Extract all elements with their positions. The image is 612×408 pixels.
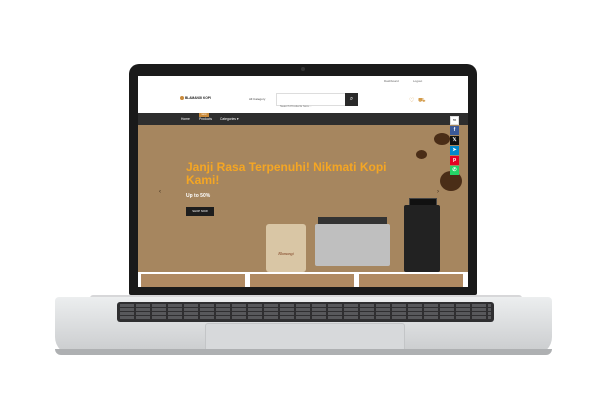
site-logo[interactable]: BLAMANGI KOPI (180, 96, 211, 101)
espresso-machine-image (315, 224, 390, 266)
main-nav: Home NEW Products Categories ▾ (138, 113, 468, 125)
shop-now-button[interactable]: SHOP NOW (186, 207, 214, 216)
nav-products[interactable]: Products (199, 117, 212, 121)
pinterest-icon[interactable]: p (450, 156, 459, 165)
site-header: BLAMANGI KOPI All Category ⌕ ♡ ⛟ (138, 85, 468, 113)
hero-subtitle: Up to 50% (186, 193, 211, 199)
laptop-screen: Dashboard Logout BLAMANGI KOPI All Categ… (138, 76, 468, 287)
next-slide-arrow[interactable]: › (437, 189, 439, 195)
coffee-bag-image (266, 224, 306, 272)
search-icon: ⌕ (349, 96, 354, 102)
coffee-bean-decoration (434, 133, 450, 145)
product-card[interactable] (359, 274, 463, 287)
coffee-bean-decoration (416, 150, 427, 159)
webcam (301, 67, 305, 71)
share-count: 55 (450, 116, 459, 125)
cart-icon[interactable]: ⛟ (418, 97, 426, 105)
dashboard-link[interactable]: Dashboard (384, 79, 399, 83)
whatsapp-icon[interactable]: ✆ (450, 166, 459, 175)
key-row (120, 308, 491, 311)
coffee-bag-label: Blamangi (278, 251, 294, 256)
key-row (120, 304, 491, 307)
key-row (120, 312, 491, 315)
wishlist-icon[interactable]: ♡ (409, 97, 414, 104)
search-input[interactable] (277, 100, 345, 112)
product-card[interactable] (141, 274, 245, 287)
x-twitter-icon[interactable]: 𝕏 (450, 136, 459, 145)
key-row (120, 316, 491, 319)
search-box (276, 93, 346, 112)
search-button[interactable]: ⌕ (345, 93, 358, 106)
laptop-base-edge (55, 349, 552, 355)
category-select[interactable]: All Category (249, 97, 265, 101)
social-share-bar: 55 f 𝕏 ➤ p ✆ (450, 116, 459, 176)
logo-mark-icon (180, 96, 184, 101)
nav-categories[interactable]: Categories ▾ (220, 117, 239, 121)
hero-title: Janji Rasa Terpenuhi! Nikmati Kopi Kami! (186, 160, 387, 187)
laptop-lid: Dashboard Logout BLAMANGI KOPI All Categ… (129, 64, 477, 295)
top-bar: Dashboard Logout (138, 76, 468, 85)
nav-home[interactable]: Home (181, 117, 190, 121)
prev-slide-arrow[interactable]: ‹ (159, 189, 161, 195)
logout-link[interactable]: Logout (413, 79, 422, 83)
product-card[interactable] (250, 274, 354, 287)
coffee-grinder-image (404, 205, 440, 272)
hero-banner: Janji Rasa Terpenuhi! Nikmati Kopi Kami!… (138, 125, 468, 272)
logo-text: BLAMANGI KOPI (185, 96, 211, 100)
product-cards-row (138, 272, 468, 287)
facebook-icon[interactable]: f (450, 126, 459, 135)
telegram-icon[interactable]: ➤ (450, 146, 459, 155)
